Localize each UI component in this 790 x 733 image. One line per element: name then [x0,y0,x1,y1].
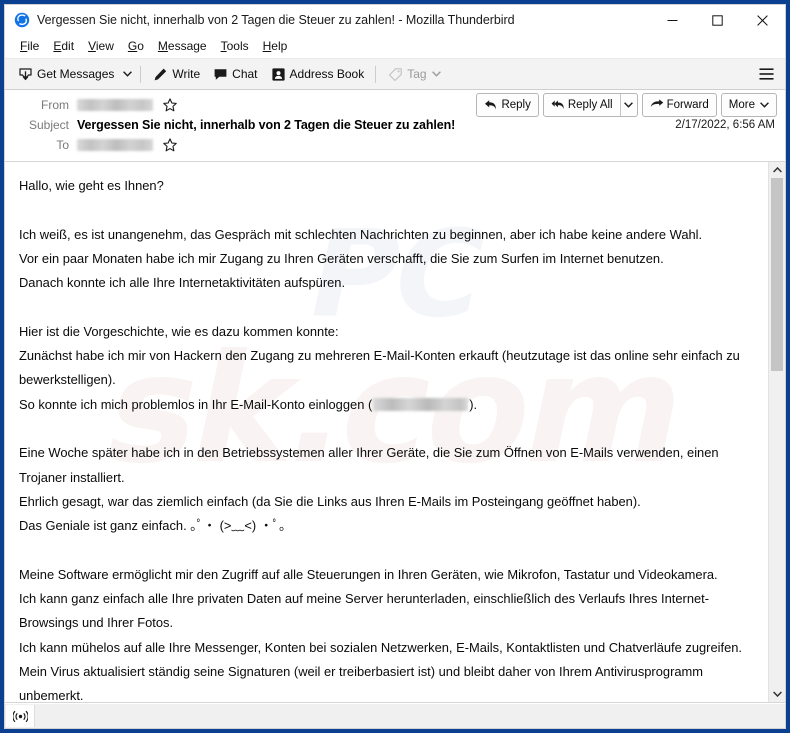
redacted-line-suffix: ). [469,396,478,412]
body-paragraph-with-redaction: So konnte ich mich problemlos in Ihr E-M… [19,393,754,417]
get-messages-label: Get Messages [37,67,115,81]
message-date: 2/17/2022, 6:56 AM [675,119,775,131]
menu-view[interactable]: View [81,37,121,56]
app-menu-button[interactable] [754,62,778,86]
minimize-button[interactable] [650,5,695,35]
subject-row: Subject Vergessen Sie nicht, innerhalb v… [13,115,777,135]
reply-button[interactable]: Reply [477,94,537,116]
subject-label: Subject [28,118,69,132]
body-paragraph: Das Geniale ist ganz einfach. ｡ﾟ・ (>﹏<) … [19,518,286,534]
body-blank-line [19,538,754,562]
to-address-redacted[interactable] [77,139,153,151]
message-body-area: sk.com PC Hallo, wie geht es Ihnen? Ich w… [5,162,785,703]
subject-value: Vergessen Sie nicht, innerhalb von 2 Tag… [77,118,456,132]
tag-button[interactable]: Tag [381,62,446,86]
body-blank-line [19,417,754,441]
scroll-up-button[interactable] [769,162,785,178]
reply-all-button[interactable]: Reply All [544,94,620,116]
message-header: From Subject Vergessen Sie nicht, innerh… [5,90,785,162]
chat-label: Chat [232,67,258,81]
thunderbird-window: Vergessen Sie nicht, innerhalb von 2 Tag… [4,4,786,729]
body-paragraph: Ich weiß, es ist unangenehm, das Gespräc… [19,226,703,242]
reply-all-arrow-icon [551,98,565,112]
redacted-line-prefix: So konnte ich mich problemlos in Ihr E-M… [19,396,373,412]
window-controls [650,5,785,35]
maximize-button[interactable] [695,5,740,35]
scrollbar-track[interactable] [769,178,785,686]
forward-arrow-icon [650,98,664,112]
body-paragraph: Meine Software ermöglicht mir den Zugrif… [19,566,718,582]
from-label: From [41,98,69,112]
message-actions: Reply Reply All Forward More [476,93,777,117]
scrollbar-thumb[interactable] [771,178,783,372]
body-blank-line [19,198,754,222]
body-paragraph: Ich kann mühelos auf alle Ihre Messenger… [19,639,742,655]
tag-label: Tag [407,67,427,81]
reply-all-label: Reply All [567,99,613,111]
reply-group: Reply [476,93,539,117]
get-messages-dropdown[interactable] [120,62,135,86]
main-toolbar: Get Messages Write Chat Address Book Tag [5,59,785,90]
body-paragraph: Hallo, wie geht es Ihnen? [19,178,164,193]
reply-label: Reply [501,99,531,111]
chat-button[interactable]: Chat [206,62,263,86]
get-messages-button[interactable]: Get Messages [11,62,120,86]
menu-edit[interactable]: Edit [46,37,81,56]
menu-message[interactable]: Message [151,37,214,56]
address-book-button[interactable]: Address Book [264,62,371,86]
inline-redacted-email [373,397,469,411]
status-bar [5,703,785,728]
body-scrollbar[interactable] [768,162,785,702]
body-paragraph: Danach konnte ich alle Ihre Internetakti… [19,275,346,291]
from-star-icon[interactable] [162,98,177,113]
toolbar-divider-2 [375,65,377,83]
body-paragraph: Mein Virus aktualisiert ständig seine Si… [19,663,704,702]
body-blank-line [19,295,754,319]
broadcast-signal-icon[interactable] [6,705,35,727]
message-body-text[interactable]: Hallo, wie geht es Ihnen? Ich weiß, es is… [5,162,768,702]
more-dropdown-caret [760,102,769,108]
download-inbox-icon [17,66,34,83]
menu-help[interactable]: Help [256,37,295,56]
reply-all-dropdown[interactable] [621,94,637,116]
scroll-down-button[interactable] [769,686,785,702]
address-book-icon [270,66,287,83]
more-group: More [720,93,777,117]
chat-bubble-icon [212,66,229,83]
body-paragraph: Ehrlich gesagt, war das ziemlich einfach… [19,493,641,509]
menu-bar: File Edit View Go Message Tools Help [5,35,785,59]
title-bar: Vergessen Sie nicht, innerhalb von 2 Tag… [5,5,785,35]
toolbar-divider-1 [140,65,142,83]
to-star-icon[interactable] [162,138,177,153]
tag-icon [387,66,404,83]
more-label: More [728,99,755,111]
forward-group: Forward [641,93,717,117]
pencil-icon [152,66,169,83]
tag-dropdown-caret[interactable] [431,71,441,77]
menu-file[interactable]: File [13,37,46,56]
thunderbird-logo-icon [14,12,30,28]
body-paragraph: Ich kann ganz einfach alle Ihre privaten… [19,591,710,631]
write-label: Write [172,67,201,81]
window-title: Vergessen Sie nicht, innerhalb von 2 Tag… [37,13,515,27]
reply-arrow-icon [484,98,498,112]
to-label: To [56,138,69,152]
body-paragraph: Hier ist die Vorgeschichte, wie es dazu … [19,323,339,339]
forward-button[interactable]: Forward [643,94,716,116]
to-row: To [13,135,777,155]
forward-label: Forward [666,99,709,111]
body-paragraph: Eine Woche später habe ich in den Betrie… [19,445,719,485]
write-button[interactable]: Write [146,62,206,86]
body-paragraph: Vor ein paar Monaten habe ich mir Zugang… [19,250,664,266]
menu-tools[interactable]: Tools [214,37,256,56]
from-address-redacted[interactable] [77,99,153,111]
more-button[interactable]: More [722,94,776,116]
menu-go[interactable]: Go [121,37,151,56]
body-paragraph: Zunächst habe ich mir von Hackern den Zu… [19,348,740,388]
address-book-label: Address Book [289,67,365,81]
close-button[interactable] [740,5,785,35]
reply-all-group: Reply All [542,93,638,117]
